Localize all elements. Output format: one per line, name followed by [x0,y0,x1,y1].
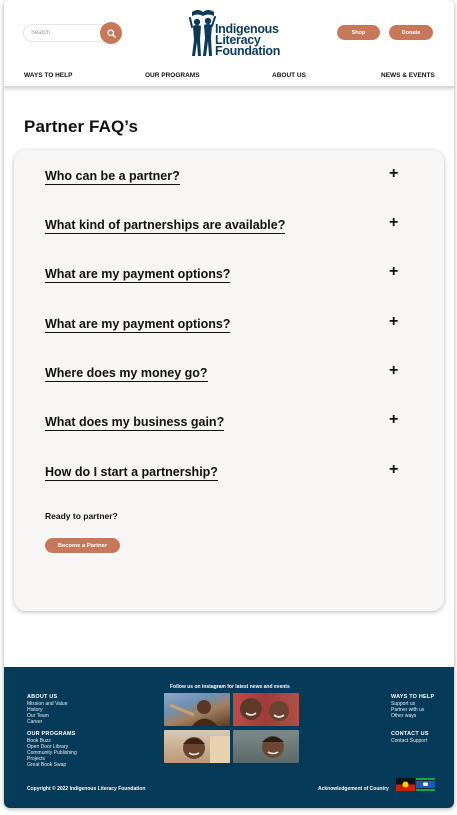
logo-line-3: Foundation [215,44,281,58]
ready-to-partner-text: Ready to partner? [45,511,118,521]
page-title: Partner FAQ’s [24,117,139,136]
child-photo-icon [183,736,230,763]
instagram-photo[interactable] [233,730,299,763]
footer-ways-heading[interactable]: WAYS TO HELP [391,694,434,700]
footer-about-heading[interactable]: ABOUT US [27,694,68,700]
child-photo-icon [169,700,218,726]
footer-ways-column: WAYS TO HELP Support us Partner with us … [391,694,434,719]
browser-page: Indigenous Literacy Foundation Shop Dona… [4,0,454,808]
logo-children-reading-icon [189,10,216,56]
plus-icon[interactable]: + [389,363,398,379]
aboriginal-flag-icon [396,778,415,791]
donate-button[interactable]: Donate [389,25,433,40]
faq-question[interactable]: What kind of partnerships are available? [45,218,286,234]
nav-news-events[interactable]: NEWS & EVENTS [381,72,435,79]
footer-contact-heading[interactable]: CONTACT US [391,731,429,737]
faq-question[interactable]: What does my business gain? [45,415,225,431]
main-nav: WAYS TO HELP OUR PROGRAMS ABOUT US NEWS … [4,68,454,84]
search-input[interactable] [23,24,105,42]
instagram-photo[interactable] [233,693,299,726]
faq-question[interactable]: How do I start a partnership? [45,465,218,481]
footer-programs-column: OUR PROGRAMS Book Buzz Open Door Library… [27,731,77,768]
footer-about-column: ABOUT US Mission and Value History Our T… [27,694,68,725]
footer-link[interactable]: Other ways [391,713,434,719]
faq-card: Who can be a partner? + What kind of par… [14,150,444,611]
faq-item[interactable]: What kind of partnerships are available?… [45,215,405,238]
plus-icon[interactable]: + [389,215,398,231]
plus-icon[interactable]: + [389,412,398,428]
logo-wordmark: Indigenous Literacy Foundation [215,23,281,58]
shop-button[interactable]: Shop [337,25,380,40]
instagram-photo[interactable] [164,693,230,726]
site-footer: ABOUT US Mission and Value History Our T… [4,667,454,808]
faq-question[interactable]: What are my payment options? [45,317,231,333]
nav-ways-to-help[interactable]: WAYS TO HELP [24,72,72,79]
instagram-title: Follow us on instagram for latest news a… [170,684,290,690]
faq-item[interactable]: Where does my money go? + [45,363,405,386]
site-header: Indigenous Literacy Foundation Shop Dona… [4,0,454,88]
faq-item[interactable]: What does my business gain? + [45,412,405,435]
faq-item[interactable]: Who can be a partner? + [45,166,405,189]
faq-item[interactable]: How do I start a partnership? + [45,462,405,485]
search-icon [106,28,116,38]
search-button[interactable] [100,22,122,44]
nav-our-programs[interactable]: OUR PROGRAMS [145,72,200,79]
nav-about-us[interactable]: ABOUT US [272,72,306,79]
child-photo-icon [262,736,284,758]
footer-link[interactable]: Career [27,719,68,725]
acknowledgement-text[interactable]: Acknowledgement of Country [318,786,389,792]
plus-icon[interactable]: + [389,166,398,182]
footer-contact-column: CONTACT US Contact Support [391,731,429,744]
plus-icon[interactable]: + [389,264,398,280]
site-logo[interactable]: Indigenous Literacy Foundation [188,8,288,60]
torres-strait-flag-icon [416,778,435,791]
faq-item[interactable]: What are my payment options? + [45,314,405,337]
faq-question[interactable]: What are my payment options? [45,267,231,283]
become-partner-button[interactable]: Become a Partner [45,538,120,553]
children-photo-icon [240,698,289,721]
plus-icon[interactable]: + [389,314,398,330]
footer-programs-heading[interactable]: OUR PROGRAMS [27,731,77,737]
plus-icon[interactable]: + [389,462,398,478]
faq-question[interactable]: Where does my money go? [45,366,208,382]
search-bar [23,22,126,44]
instagram-photo[interactable] [164,730,230,763]
footer-link[interactable]: Contact Support [391,738,429,744]
faq-question[interactable]: Who can be a partner? [45,169,180,185]
faq-item[interactable]: What are my payment options? + [45,264,405,287]
copyright-text: Copyright © 2022 Indigenous Literacy Fou… [27,786,146,792]
footer-link[interactable]: Great Book Swap [27,762,77,768]
